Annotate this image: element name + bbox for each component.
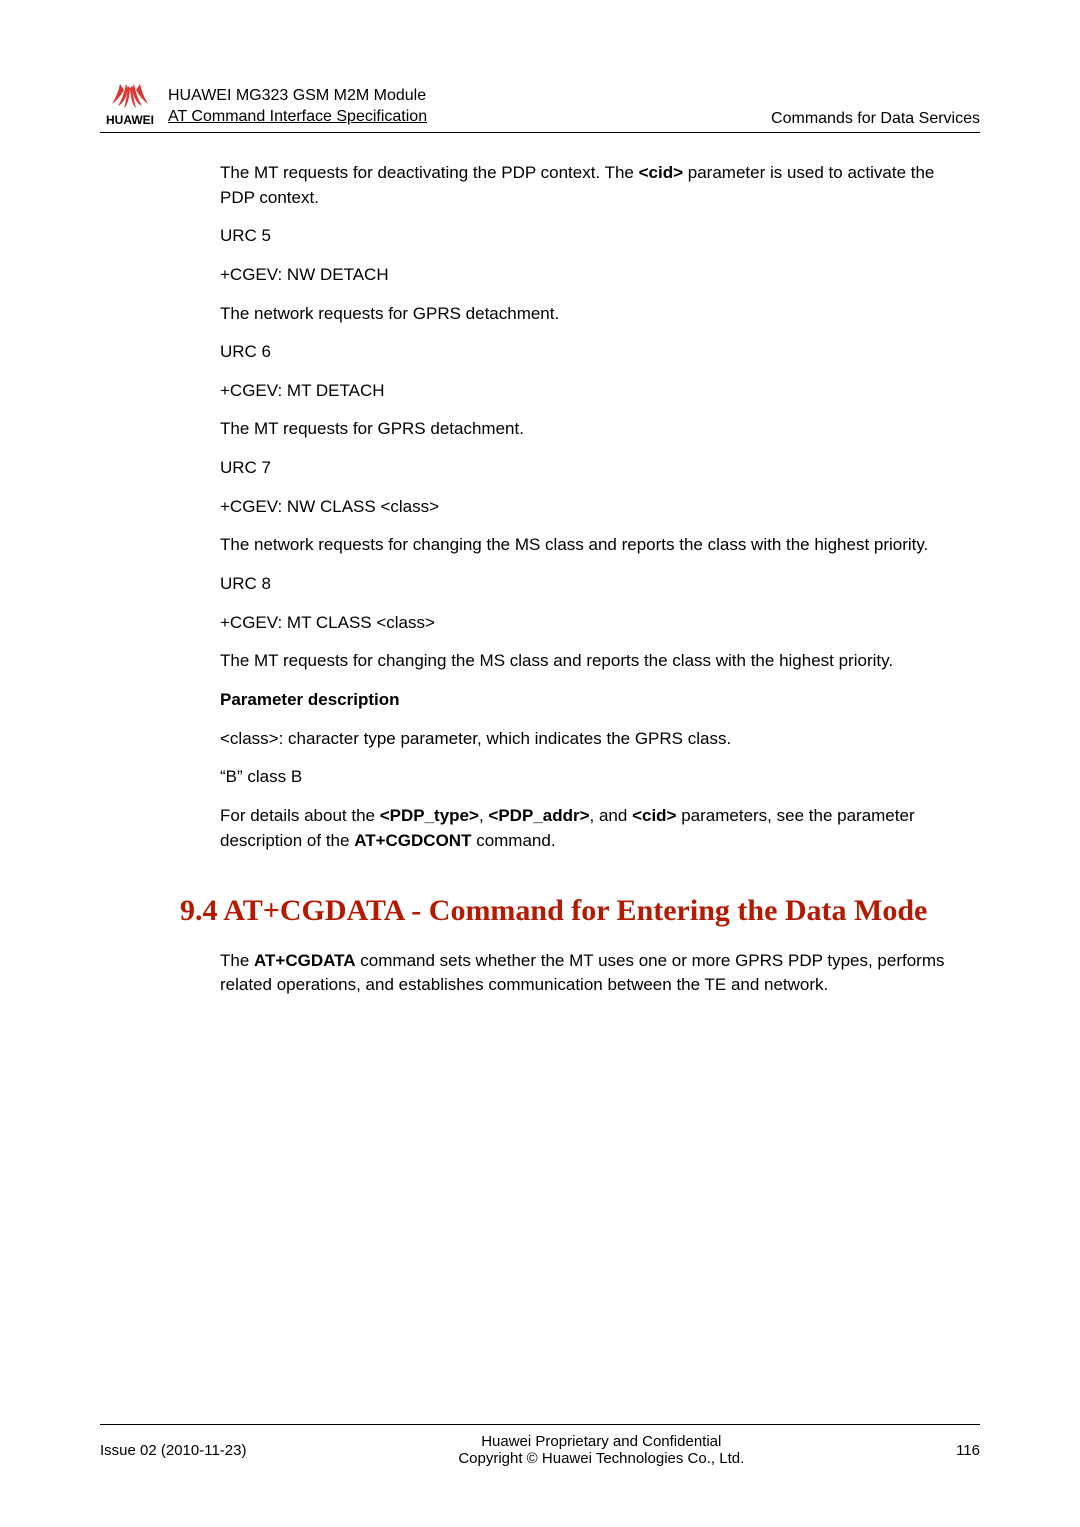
header-section-label: Commands for Data Services <box>771 110 980 128</box>
param-cid: <cid> <box>632 806 676 825</box>
paragraph: For details about the <PDP_type>, <PDP_a… <box>220 804 960 853</box>
text: , <box>479 806 488 825</box>
paragraph: The MT requests for deactivating the PDP… <box>220 161 960 210</box>
param-cid: <cid> <box>639 163 683 182</box>
param-pdp-type: <PDP_type> <box>380 806 479 825</box>
text: The <box>220 951 254 970</box>
footer-line1: Huawei Proprietary and Confidential <box>246 1433 956 1450</box>
param-description-heading: Parameter description <box>220 688 960 713</box>
urc-description: The network requests for changing the MS… <box>220 533 960 558</box>
text: The MT requests for deactivating the PDP… <box>220 163 639 182</box>
class-param-description: <class>: character type parameter, which… <box>220 727 960 752</box>
text: For details about the <box>220 806 380 825</box>
section-intro: The AT+CGDATA command sets whether the M… <box>220 949 960 998</box>
urc-code: +CGEV: NW CLASS <class> <box>220 495 960 520</box>
doc-subtitle: AT Command Interface Specification <box>168 107 427 128</box>
header-titles: HUAWEI MG323 GSM M2M Module AT Command I… <box>168 86 427 128</box>
page: HUAWEI HUAWEI MG323 GSM M2M Module AT Co… <box>0 0 1080 1527</box>
text: , and <box>590 806 633 825</box>
footer-line2: Copyright © Huawei Technologies Co., Ltd… <box>246 1450 956 1467</box>
urc-description: The network requests for GPRS detachment… <box>220 302 960 327</box>
body-content: The MT requests for deactivating the PDP… <box>100 161 980 998</box>
footer-page-number: 116 <box>956 1442 980 1459</box>
urc-label: URC 8 <box>220 572 960 597</box>
at-cgdcont-command: AT+CGDCONT <box>354 831 471 850</box>
huawei-logo-icon: HUAWEI <box>100 80 160 128</box>
section-heading: 9.4 AT+CGDATA - Command for Entering the… <box>180 889 960 933</box>
footer-issue: Issue 02 (2010-11-23) <box>100 1442 246 1459</box>
urc-label: URC 6 <box>220 340 960 365</box>
logo-brand-text: HUAWEI <box>106 113 154 127</box>
urc-code: +CGEV: NW DETACH <box>220 263 960 288</box>
page-header: HUAWEI HUAWEI MG323 GSM M2M Module AT Co… <box>100 80 980 133</box>
header-left: HUAWEI HUAWEI MG323 GSM M2M Module AT Co… <box>100 80 427 128</box>
urc-label: URC 7 <box>220 456 960 481</box>
param-pdp-addr: <PDP_addr> <box>488 806 589 825</box>
footer-copyright: Huawei Proprietary and Confidential Copy… <box>246 1433 956 1467</box>
urc-description: The MT requests for GPRS detachment. <box>220 417 960 442</box>
urc-label: URC 5 <box>220 224 960 249</box>
text: command. <box>471 831 555 850</box>
urc-code: +CGEV: MT CLASS <class> <box>220 611 960 636</box>
urc-description: The MT requests for changing the MS clas… <box>220 649 960 674</box>
page-footer: Issue 02 (2010-11-23) Huawei Proprietary… <box>100 1424 980 1467</box>
at-cgdata-command: AT+CGDATA <box>254 951 356 970</box>
class-b-value: “B” class B <box>220 765 960 790</box>
doc-title: HUAWEI MG323 GSM M2M Module <box>168 86 427 107</box>
urc-code: +CGEV: MT DETACH <box>220 379 960 404</box>
